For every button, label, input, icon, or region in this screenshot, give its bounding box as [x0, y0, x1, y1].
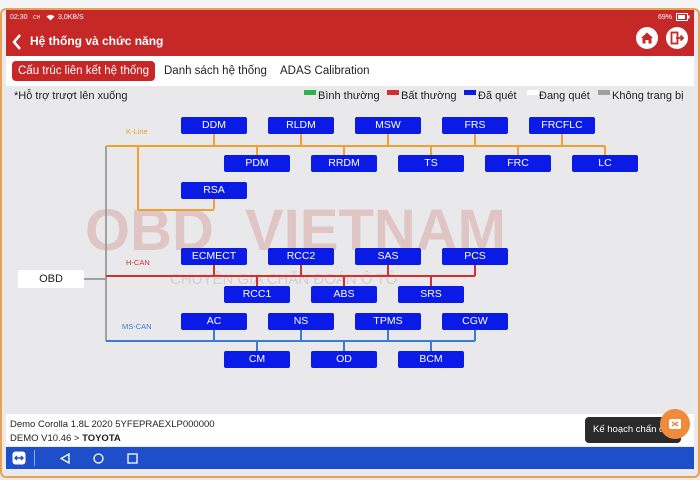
close-icon [669, 419, 681, 429]
ecu-node-tpms[interactable]: TPMS [355, 313, 421, 330]
navigation-bar [6, 447, 694, 469]
ecu-node-lc[interactable]: LC [572, 155, 638, 172]
ecu-node-rldm[interactable]: RLDM [268, 117, 334, 134]
bus-label-kline: K-Line [126, 127, 148, 136]
vehicle-make: TOYOTA [82, 433, 121, 444]
ecu-node-rcc2[interactable]: RCC2 [268, 248, 334, 265]
ecu-node-ecmect[interactable]: ECMECT [181, 248, 247, 265]
ecu-node-pdm[interactable]: PDM [224, 155, 290, 172]
ecu-node-ac[interactable]: AC [181, 313, 247, 330]
ecu-node-frs[interactable]: FRS [442, 117, 508, 134]
bus-label-mscan: MS-CAN [122, 322, 152, 331]
version-line: DEMO V10.46 > TOYOTA [10, 433, 121, 444]
topology-lines [84, 134, 606, 351]
ecu-node-frc[interactable]: FRC [485, 155, 551, 172]
ecu-node-cgw[interactable]: CGW [442, 313, 508, 330]
app-switch-icon[interactable] [12, 451, 26, 469]
ecu-node-bcm[interactable]: BCM [398, 351, 464, 368]
ecu-node-srs[interactable]: SRS [398, 286, 464, 303]
ecu-node-pcs[interactable]: PCS [442, 248, 508, 265]
ecu-node-cm[interactable]: CM [224, 351, 290, 368]
ecu-node-msw[interactable]: MSW [355, 117, 421, 134]
floating-action-button[interactable] [660, 409, 690, 439]
version-text: DEMO V10.46 > [10, 433, 83, 444]
vehicle-line: Demo Corolla 1.8L 2020 5YFEPRAEXLP000000 [10, 419, 215, 430]
ecu-node-ts[interactable]: TS [398, 155, 464, 172]
ecu-node-sas[interactable]: SAS [355, 248, 421, 265]
ecu-node-abs[interactable]: ABS [311, 286, 377, 303]
ecu-node-ns[interactable]: NS [268, 313, 334, 330]
obd-root-node[interactable]: OBD [18, 270, 84, 288]
ecu-node-od[interactable]: OD [311, 351, 377, 368]
ecu-node-ddm[interactable]: DDM [181, 117, 247, 134]
ecu-node-rrdm[interactable]: RRDM [311, 155, 377, 172]
nav-home-icon[interactable] [93, 452, 104, 468]
nav-back-icon[interactable] [59, 452, 70, 468]
ecu-node-frcflc[interactable]: FRCFLC [529, 117, 595, 134]
bus-label-hcan: H-CAN [126, 258, 150, 267]
nav-recent-icon[interactable] [127, 452, 138, 468]
nav-divider [34, 450, 35, 466]
ecu-node-rsa[interactable]: RSA [181, 182, 247, 199]
ecu-node-rcc1[interactable]: RCC1 [224, 286, 290, 303]
